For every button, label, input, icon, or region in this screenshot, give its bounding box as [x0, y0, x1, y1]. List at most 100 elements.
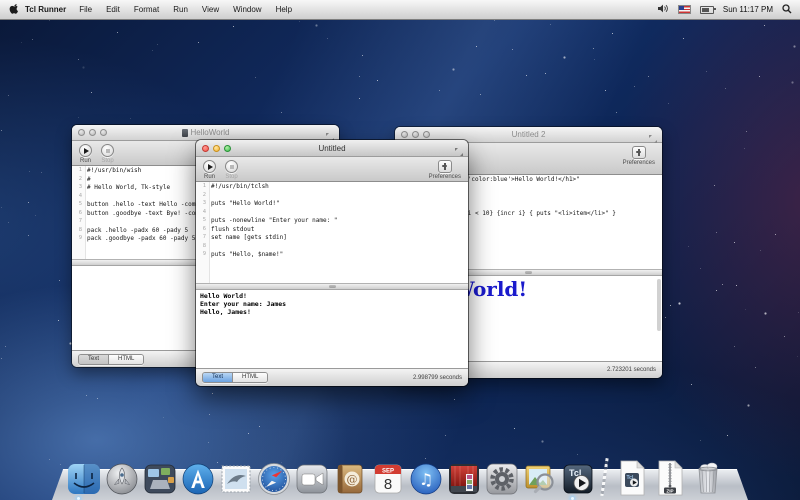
document-proxy-icon[interactable]: [182, 129, 188, 137]
stop-button[interactable]: Stop: [225, 160, 238, 180]
code-editor[interactable]: 1#!/usr/bin/tclsh23puts "Hello World!"45…: [196, 182, 468, 283]
itunes-icon: ♫: [409, 462, 443, 496]
menu-item-window[interactable]: Window: [226, 5, 268, 14]
tcl-runner-icon: Tcl: [561, 462, 595, 496]
calendar-icon: SEP8: [371, 462, 405, 496]
dock-item-preview[interactable]: [522, 460, 557, 496]
dock-item-zip-archive[interactable]: ZIP: [652, 460, 687, 496]
tab-html[interactable]: HTML: [232, 373, 267, 382]
code-line: 6flush stdout: [196, 226, 468, 235]
output-line: Hello World!: [200, 292, 468, 300]
zoom-button[interactable]: [423, 131, 430, 138]
close-button[interactable]: [202, 145, 209, 152]
photo-booth-icon: [447, 462, 481, 496]
window-title: Untitled 2: [395, 130, 662, 139]
dock-item-ical[interactable]: SEP8: [370, 460, 405, 496]
address-book-icon: @: [333, 462, 367, 496]
run-time: 2.998799 seconds: [413, 375, 462, 381]
run-time: 2.723201 seconds: [607, 367, 656, 373]
svg-text:@: @: [346, 473, 357, 486]
titlebar[interactable]: HelloWorld: [72, 125, 339, 141]
dock-item-safari[interactable]: [256, 460, 291, 496]
dock-item-mission-control[interactable]: [142, 460, 177, 496]
gear-icon: [485, 462, 519, 496]
trash-icon: [691, 460, 725, 496]
dock-item-system-preferences[interactable]: [484, 460, 519, 496]
menu-clock[interactable]: Sun 11:17 PM: [723, 5, 773, 14]
dock-item-tcl-runner[interactable]: Tcl: [560, 460, 595, 496]
dock-item-facetime[interactable]: [294, 460, 329, 496]
menu-bar: Tcl Runner FileEditFormatRunViewWindowHe…: [0, 0, 800, 20]
zoom-button[interactable]: [224, 145, 231, 152]
run-button[interactable]: Run: [79, 144, 92, 164]
output-mode-control: TextHTML: [202, 372, 268, 383]
close-button[interactable]: [401, 131, 408, 138]
tab-text[interactable]: Text: [203, 373, 232, 382]
dock-item-photo-booth[interactable]: [446, 460, 481, 496]
dock-item-trash[interactable]: [690, 460, 725, 496]
slider-icon: [638, 149, 640, 156]
launchpad-icon: [105, 462, 139, 496]
dock-item-itunes[interactable]: ♫: [408, 460, 443, 496]
minimize-button[interactable]: [213, 145, 220, 152]
dock-item-finder[interactable]: [66, 460, 101, 496]
play-icon: [208, 164, 213, 170]
output-pane[interactable]: Hello World!Enter your name: JamesHello,…: [196, 290, 468, 368]
stop-button[interactable]: Stop: [101, 144, 114, 164]
mail-icon: [219, 462, 253, 496]
desktop: Tcl Runner FileEditFormatRunViewWindowHe…: [0, 0, 800, 500]
window-untitled: Untitled Run Stop Preferences 1#!/usr/bi…: [196, 140, 468, 386]
resize-icon[interactable]: [455, 143, 463, 161]
apple-menu-icon[interactable]: [8, 3, 18, 17]
tab-html[interactable]: HTML: [108, 355, 143, 364]
calendar-day: 8: [383, 476, 391, 493]
splitter-handle[interactable]: [196, 283, 468, 290]
scrollbar[interactable]: [657, 279, 661, 331]
dock-item-launchpad[interactable]: [104, 460, 139, 496]
titlebar[interactable]: Untitled: [196, 140, 468, 157]
menu-item-file[interactable]: File: [72, 5, 99, 14]
play-icon: [84, 148, 89, 154]
menu-item-run[interactable]: Run: [166, 5, 195, 14]
preferences-button[interactable]: Preferences: [429, 160, 461, 180]
preferences-button[interactable]: Preferences: [623, 146, 655, 166]
dock-item-app-store[interactable]: [180, 460, 215, 496]
dock-item-tcl-document[interactable]: Tcl: [614, 460, 649, 496]
battery-icon[interactable]: [700, 6, 714, 14]
output-mode-control: TextHTML: [78, 354, 144, 365]
menu-item-view[interactable]: View: [195, 5, 226, 14]
bottom-bar: TextHTML 2.998799 seconds: [196, 368, 468, 386]
mission-control-icon: [143, 462, 177, 496]
safari-icon: [257, 462, 291, 496]
spotlight-icon[interactable]: [782, 4, 792, 16]
volume-icon[interactable]: [658, 4, 669, 15]
close-button[interactable]: [78, 129, 85, 136]
code-line: 5puts -nonewline "Enter your name: ": [196, 217, 468, 226]
minimize-button[interactable]: [412, 131, 419, 138]
menu-app-name[interactable]: Tcl Runner: [25, 5, 66, 14]
code-line: 3puts "Hello World!": [196, 200, 468, 209]
code-line: 1#!/usr/bin/tclsh: [196, 183, 468, 192]
zoom-button[interactable]: [100, 129, 107, 136]
stop-icon: [106, 149, 110, 153]
minimize-button[interactable]: [89, 129, 96, 136]
zip-label: ZIP: [666, 488, 673, 493]
dock-separator: [600, 458, 608, 496]
window-title: HelloWorld: [72, 128, 339, 137]
tab-text[interactable]: Text: [79, 355, 108, 364]
input-language-flag-icon[interactable]: [678, 5, 691, 14]
code-line: 8: [196, 243, 468, 252]
code-line: 7set name [gets stdin]: [196, 234, 468, 243]
dock-item-address-book[interactable]: @: [332, 460, 367, 496]
menu-item-help[interactable]: Help: [269, 5, 299, 14]
preview-icon: [523, 462, 557, 496]
output-line: Hello, James!: [200, 308, 468, 316]
toolbar: Run Stop Preferences: [196, 157, 468, 182]
dock-item-mail[interactable]: [218, 460, 253, 496]
zip-archive-icon: ZIP: [654, 460, 686, 496]
app-store-icon: [181, 462, 215, 496]
menu-item-edit[interactable]: Edit: [99, 5, 127, 14]
run-button[interactable]: Run: [203, 160, 216, 180]
menu-item-format[interactable]: Format: [127, 5, 166, 14]
resize-icon[interactable]: [649, 130, 657, 148]
